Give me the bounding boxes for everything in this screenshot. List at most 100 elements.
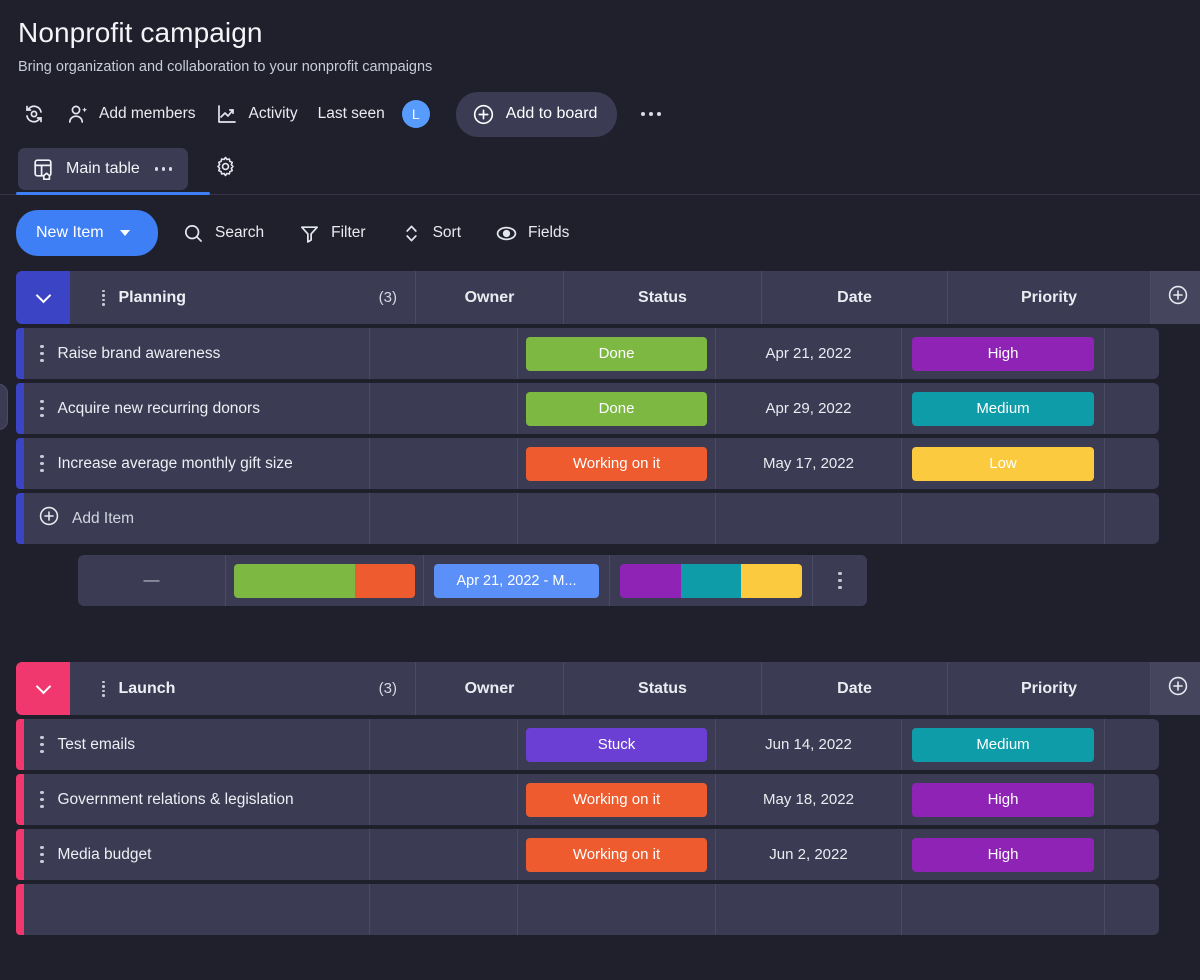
- cell-owner[interactable]: [370, 438, 518, 489]
- cell-owner[interactable]: [370, 719, 518, 770]
- cell-date[interactable]: Apr 21, 2022: [716, 328, 902, 379]
- board-more-menu-button[interactable]: [633, 104, 669, 124]
- row-menu-icon[interactable]: [40, 791, 44, 809]
- status-badge[interactable]: Working on it: [526, 447, 707, 481]
- priority-badge[interactable]: High: [912, 838, 1094, 872]
- table-row[interactable]: Increase average monthly gift size Worki…: [16, 438, 1200, 489]
- priority-badge[interactable]: Medium: [912, 392, 1094, 426]
- status-badge[interactable]: Stuck: [526, 728, 707, 762]
- row-name-cell[interactable]: Acquire new recurring donors: [24, 383, 370, 434]
- tab-more-menu-button[interactable]: [155, 167, 173, 171]
- cell-priority[interactable]: Medium: [902, 383, 1105, 434]
- group-collapse-toggle[interactable]: [16, 662, 70, 715]
- drag-handle-icon[interactable]: [102, 681, 105, 697]
- table-row[interactable]: Test emails Stuck Jun 14, 2022 Medium: [16, 719, 1200, 770]
- column-header-date[interactable]: Date: [762, 271, 948, 324]
- cell-priority[interactable]: High: [902, 829, 1105, 880]
- cell-status[interactable]: Stuck: [518, 719, 716, 770]
- column-header-owner[interactable]: Owner: [416, 662, 564, 715]
- priority-badge[interactable]: High: [912, 337, 1094, 371]
- add-item-cell[interactable]: Add Item: [24, 493, 370, 544]
- last-seen-button[interactable]: Last seen L: [308, 92, 440, 136]
- table-row[interactable]: Government relations & legislation Worki…: [16, 774, 1200, 825]
- row-name-cell[interactable]: Test emails: [24, 719, 370, 770]
- add-to-board-button[interactable]: Add to board: [456, 92, 618, 137]
- cell-priority[interactable]: High: [902, 774, 1105, 825]
- cell-status[interactable]: Working on it: [518, 829, 716, 880]
- search-button[interactable]: Search: [172, 214, 274, 253]
- cell-owner[interactable]: [370, 383, 518, 434]
- row-name-cell[interactable]: [24, 884, 370, 935]
- add-column-button[interactable]: [1151, 662, 1200, 715]
- status-badge[interactable]: Working on it: [526, 783, 707, 817]
- cell-priority[interactable]: [902, 884, 1105, 935]
- column-header-status[interactable]: Status: [564, 271, 762, 324]
- cell-owner[interactable]: [370, 774, 518, 825]
- cell-date[interactable]: May 17, 2022: [716, 438, 902, 489]
- column-header-status[interactable]: Status: [564, 662, 762, 715]
- row-name-cell[interactable]: Increase average monthly gift size: [24, 438, 370, 489]
- new-item-button[interactable]: New Item: [16, 210, 158, 256]
- board-scroll-handle[interactable]: [0, 384, 8, 430]
- add-column-button[interactable]: [1151, 271, 1200, 324]
- fields-button[interactable]: Fields: [485, 214, 579, 253]
- table-row[interactable]: Media budget Working on it Jun 2, 2022 H…: [16, 829, 1200, 880]
- cell-date[interactable]: Jun 14, 2022: [716, 719, 902, 770]
- row-menu-icon[interactable]: [40, 736, 44, 754]
- group-title-cell[interactable]: Planning (3): [70, 271, 416, 324]
- add-members-label: Add members: [99, 105, 195, 123]
- cell-date[interactable]: [716, 884, 902, 935]
- cell-priority[interactable]: Low: [902, 438, 1105, 489]
- cell-owner[interactable]: [370, 829, 518, 880]
- cell-status[interactable]: Done: [518, 328, 716, 379]
- group-title-cell[interactable]: Launch (3): [70, 662, 416, 715]
- table-row[interactable]: Raise brand awareness Done Apr 21, 2022 …: [16, 328, 1200, 379]
- row-menu-icon[interactable]: [40, 846, 44, 864]
- cell-status[interactable]: Working on it: [518, 438, 716, 489]
- cell-priority[interactable]: Medium: [902, 719, 1105, 770]
- cell-date[interactable]: May 18, 2022: [716, 774, 902, 825]
- row-menu-icon[interactable]: [40, 400, 44, 418]
- priority-badge[interactable]: High: [912, 783, 1094, 817]
- status-badge[interactable]: Done: [526, 337, 707, 371]
- tab-main-table[interactable]: Main table: [18, 148, 188, 190]
- add-members-button[interactable]: Add members: [56, 94, 205, 134]
- avatar[interactable]: L: [402, 100, 430, 128]
- row-name-cell[interactable]: Media budget: [24, 829, 370, 880]
- row-menu-icon[interactable]: [40, 345, 44, 363]
- summary-menu-button[interactable]: [813, 555, 867, 606]
- cell-owner[interactable]: [370, 328, 518, 379]
- cell-status[interactable]: Done: [518, 383, 716, 434]
- refresh-history-button[interactable]: [18, 94, 56, 134]
- drag-handle-icon[interactable]: [102, 290, 105, 306]
- status-badge[interactable]: Done: [526, 392, 707, 426]
- row-name-cell[interactable]: Government relations & legislation: [24, 774, 370, 825]
- row-name-cell[interactable]: Raise brand awareness: [24, 328, 370, 379]
- cell-status[interactable]: [518, 884, 716, 935]
- cell-owner[interactable]: [370, 884, 518, 935]
- filter-button[interactable]: Filter: [288, 214, 375, 253]
- status-badge[interactable]: Working on it: [526, 838, 707, 872]
- board-settings-button[interactable]: [206, 147, 245, 191]
- column-header-priority[interactable]: Priority: [948, 662, 1151, 715]
- summary-priority-bar[interactable]: [610, 555, 813, 606]
- summary-status-bar[interactable]: [226, 555, 424, 606]
- column-header-owner[interactable]: Owner: [416, 271, 564, 324]
- cell-status[interactable]: Working on it: [518, 774, 716, 825]
- column-header-priority[interactable]: Priority: [948, 271, 1151, 324]
- cell-date[interactable]: Jun 2, 2022: [716, 829, 902, 880]
- priority-badge[interactable]: Medium: [912, 728, 1094, 762]
- priority-badge[interactable]: Low: [912, 447, 1094, 481]
- row-menu-icon[interactable]: [40, 455, 44, 473]
- cell-priority[interactable]: High: [902, 328, 1105, 379]
- table-row[interactable]: Acquire new recurring donors Done Apr 29…: [16, 383, 1200, 434]
- sort-button[interactable]: Sort: [390, 214, 471, 253]
- column-header-date[interactable]: Date: [762, 662, 948, 715]
- group-collapse-toggle[interactable]: [16, 271, 70, 324]
- cell-date[interactable]: Apr 29, 2022: [716, 383, 902, 434]
- add-item-row[interactable]: Add Item: [16, 493, 1200, 544]
- summary-date[interactable]: Apr 21, 2022 - M...: [424, 555, 610, 606]
- table-row-partial[interactable]: [16, 884, 1200, 935]
- chevron-down-icon[interactable]: [120, 230, 130, 236]
- activity-button[interactable]: Activity: [205, 94, 307, 134]
